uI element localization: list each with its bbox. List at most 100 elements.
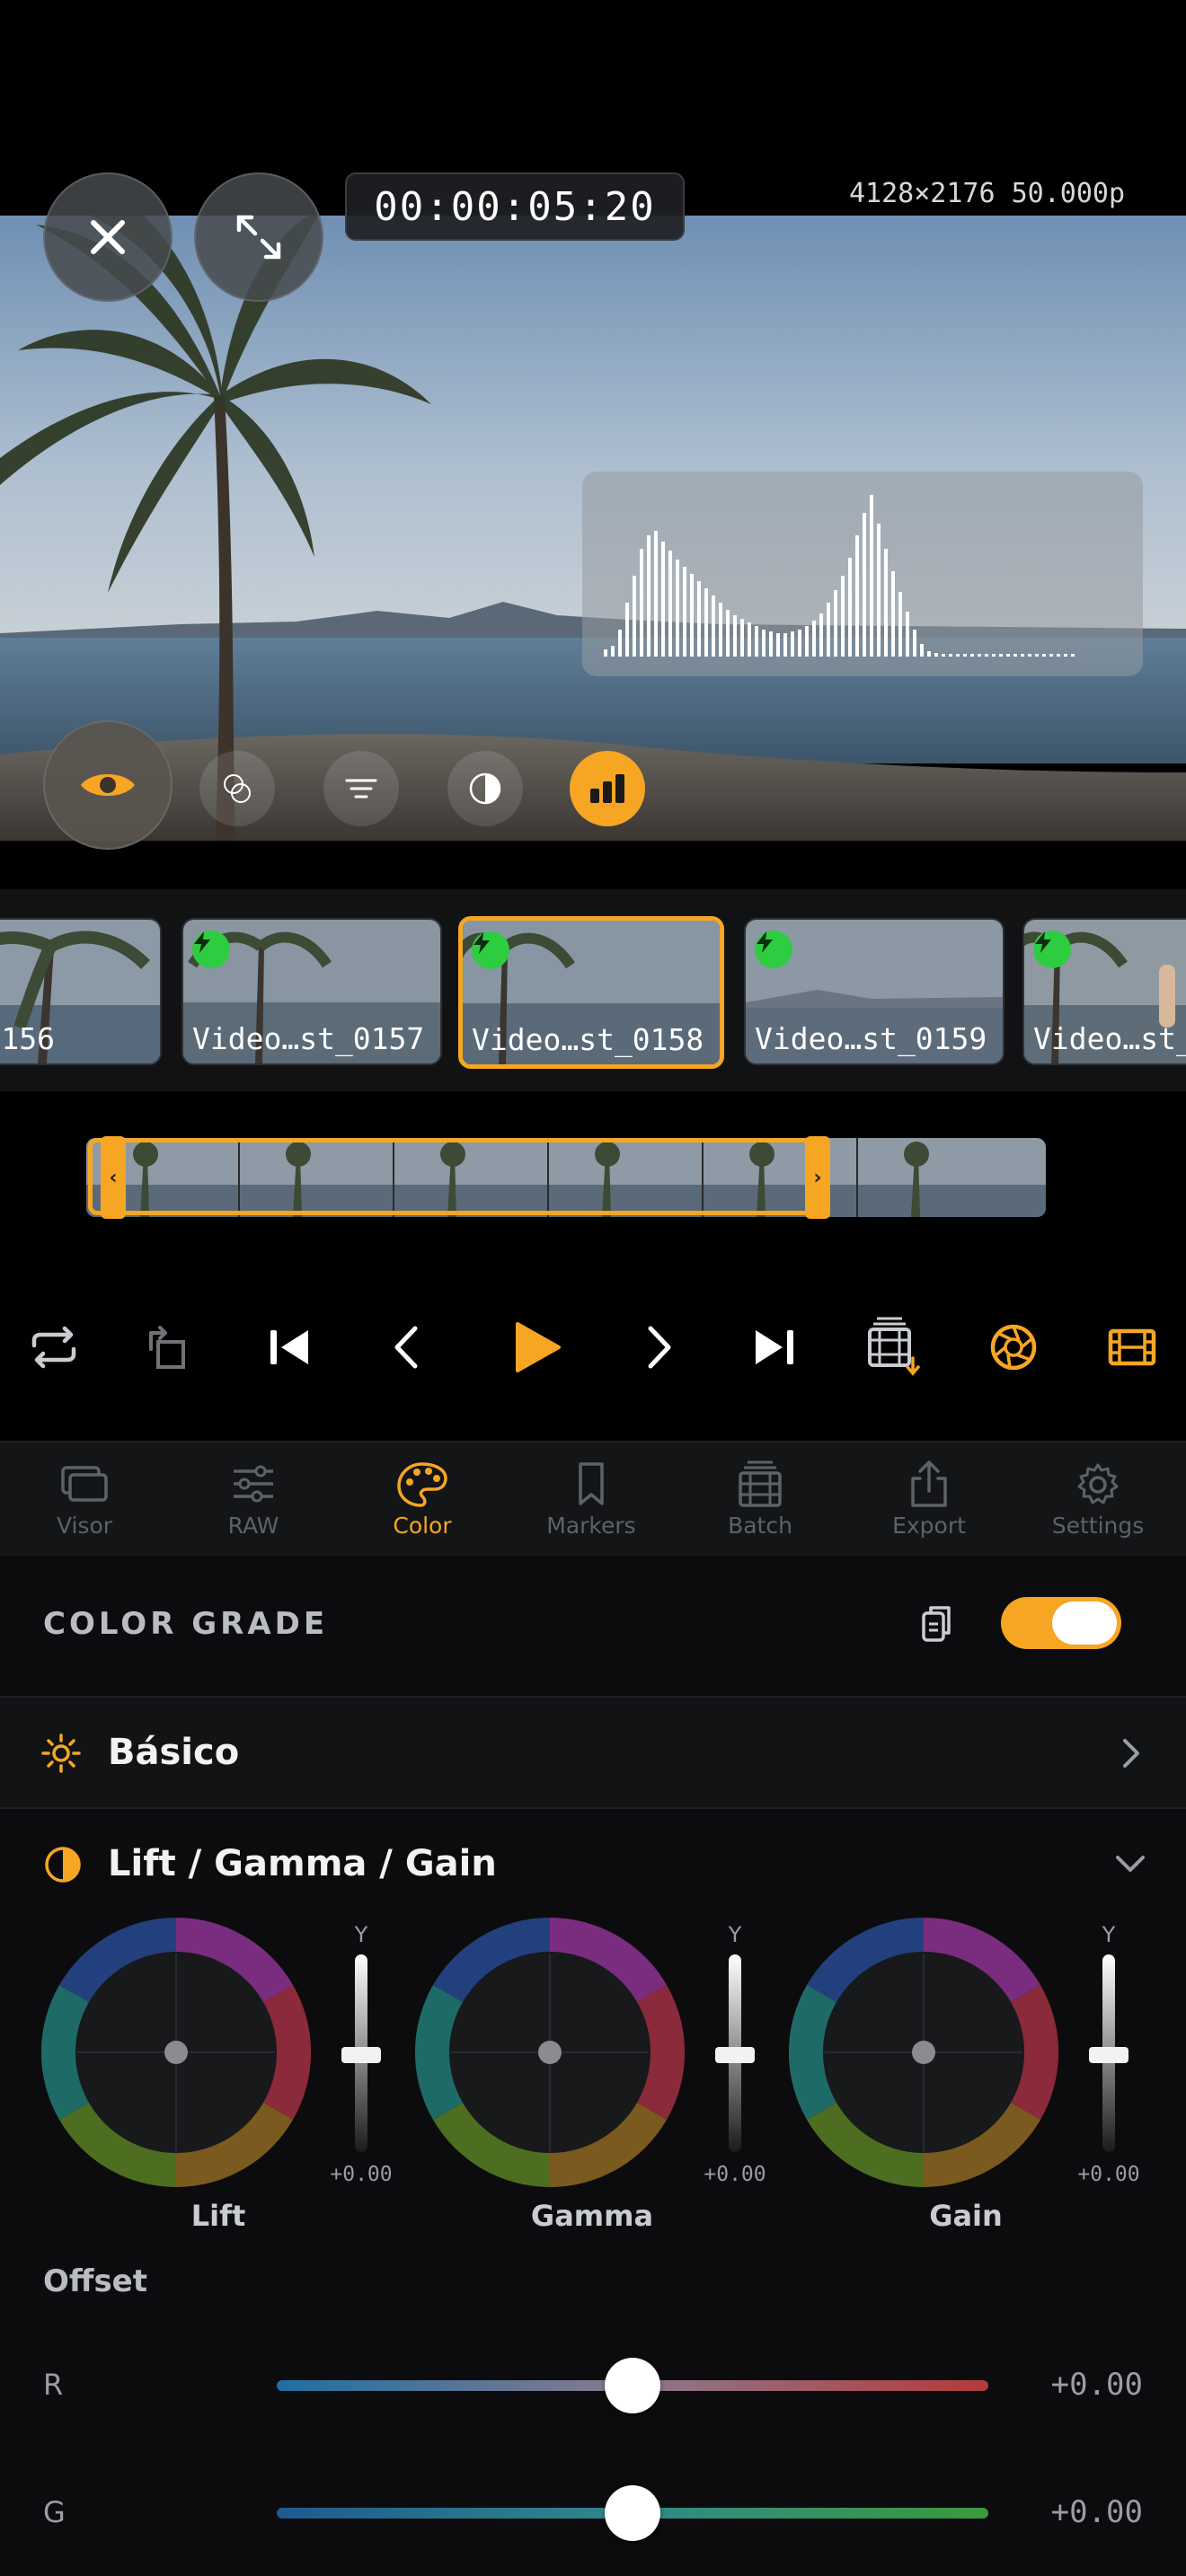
sliders-icon xyxy=(234,1465,273,1503)
copy-grade-button[interactable] xyxy=(915,1602,958,1645)
clip-thumbnail[interactable]: Video…st_ xyxy=(1022,918,1186,1065)
histogram-bar xyxy=(819,613,823,657)
section-title: Básico xyxy=(108,1732,240,1773)
clip-thumbnail[interactable]: …st_0156 xyxy=(0,918,162,1065)
histogram-bar xyxy=(1006,654,1010,657)
tab-export[interactable]: Export xyxy=(848,1442,1010,1556)
wheel-label: Gain xyxy=(929,2199,1003,2233)
bookmark-icon xyxy=(579,1462,604,1505)
bolt-icon xyxy=(194,931,210,953)
tab-visor[interactable]: Visor xyxy=(4,1442,165,1556)
contrast-icon xyxy=(45,1847,81,1883)
wheel-label: Lift xyxy=(190,2199,246,2233)
histogram-bar xyxy=(726,610,730,657)
gamma-color-wheel[interactable] xyxy=(414,1918,686,2187)
histogram-bar xyxy=(625,603,629,657)
histogram-bar xyxy=(647,535,651,657)
trim-timeline: ‹ › xyxy=(0,1091,1186,1226)
loop-button[interactable] xyxy=(18,1311,90,1383)
tab-color[interactable]: Color xyxy=(341,1442,503,1556)
histogram-bar xyxy=(1035,654,1039,657)
tab-settings[interactable]: Settings xyxy=(1017,1442,1179,1556)
film-button[interactable] xyxy=(1096,1311,1168,1383)
visor-icon xyxy=(61,1466,108,1502)
trim-start-handle[interactable]: ‹ xyxy=(101,1136,126,1219)
tab-raw[interactable]: RAW xyxy=(173,1442,334,1556)
y-label: Y xyxy=(1102,1922,1116,1947)
histogram-bar xyxy=(640,549,643,657)
histogram-bar xyxy=(1071,654,1075,657)
chevron-down-icon xyxy=(1116,1856,1145,1872)
offset-r-thumb[interactable] xyxy=(605,2358,660,2413)
fullscreen-button[interactable] xyxy=(194,172,323,302)
waveform-button[interactable] xyxy=(323,751,399,826)
batch-download-button[interactable] xyxy=(857,1311,929,1383)
color-grade-toggle[interactable] xyxy=(1001,1597,1121,1649)
histogram-bar xyxy=(611,646,615,657)
offset-g-thumb[interactable] xyxy=(605,2485,660,2541)
rotate-button[interactable] xyxy=(131,1311,203,1383)
histogram-bar xyxy=(812,621,816,657)
lift-color-wheel[interactable] xyxy=(40,1918,312,2187)
trim-end-handle[interactable]: › xyxy=(805,1136,830,1219)
step-back-button[interactable] xyxy=(370,1311,442,1383)
step-forward-button[interactable] xyxy=(624,1311,695,1383)
copy-icon xyxy=(922,1606,951,1642)
histogram-bar xyxy=(1013,654,1017,657)
histogram-bar xyxy=(884,549,888,657)
aperture-button[interactable] xyxy=(978,1311,1049,1383)
color-wheel-graphic xyxy=(40,1918,312,2187)
offset-g-value: +0.00 xyxy=(1050,2494,1143,2530)
histogram-bar xyxy=(733,615,737,657)
play-icon xyxy=(516,1322,561,1372)
histogram-bar xyxy=(891,571,895,657)
histogram-bar xyxy=(661,542,665,657)
histogram-bar xyxy=(863,513,866,657)
view-toggle-button[interactable] xyxy=(43,720,173,850)
close-button[interactable] xyxy=(43,172,173,302)
tab-label: Color xyxy=(393,1513,452,1539)
skip-start-button[interactable] xyxy=(253,1311,325,1383)
clip-thumbnail-selected[interactable]: Video…st_0158 xyxy=(458,916,724,1069)
play-button[interactable] xyxy=(500,1311,571,1383)
tab-label: Markers xyxy=(546,1513,636,1539)
histogram-bar xyxy=(834,590,837,657)
step-forward-icon xyxy=(648,1326,671,1369)
transport-controls xyxy=(0,1226,1186,1433)
tab-label: Batch xyxy=(728,1513,792,1539)
offset-r-value: +0.00 xyxy=(1050,2367,1143,2403)
y-label: Y xyxy=(728,1922,742,1947)
trim-selection[interactable] xyxy=(88,1138,827,1215)
histogram-button[interactable] xyxy=(570,751,645,826)
histogram-bar xyxy=(827,603,830,657)
section-title: Lift / Gamma / Gain xyxy=(108,1843,497,1884)
section-lift-gamma-gain[interactable]: Lift / Gamma / Gain xyxy=(0,1807,1186,1919)
gain-y-thumb[interactable] xyxy=(1089,2047,1128,2063)
histogram-bar xyxy=(920,644,924,657)
histogram-bar xyxy=(848,558,852,657)
skip-end-button[interactable] xyxy=(739,1311,810,1383)
tab-batch[interactable]: Batch xyxy=(679,1442,841,1556)
histogram-bar xyxy=(690,574,694,657)
clip-thumbnail[interactable]: Video…st_0159 xyxy=(744,918,1005,1065)
tab-label: Export xyxy=(892,1513,966,1539)
gamma-y-thumb[interactable] xyxy=(715,2047,755,2063)
clip-label: Video…st_0159 xyxy=(755,1021,987,1056)
histogram-bar xyxy=(906,612,909,657)
clip-strip: …st_0156 Video…st_0157 Video…st_0158 xyxy=(0,889,1186,1091)
close-icon xyxy=(91,220,125,254)
tab-markers[interactable]: Markers xyxy=(510,1442,672,1556)
step-back-icon xyxy=(394,1326,418,1369)
histogram-bar xyxy=(1064,654,1067,657)
fast-badge xyxy=(192,931,230,968)
section-basic[interactable]: Básico xyxy=(0,1696,1186,1807)
histogram-bar xyxy=(942,654,945,657)
histogram-bar xyxy=(978,654,981,657)
gain-color-wheel[interactable] xyxy=(788,1918,1059,2187)
contrast-button[interactable] xyxy=(447,751,523,826)
rotate-icon xyxy=(149,1326,185,1369)
histogram-bar xyxy=(877,524,881,657)
clip-thumbnail[interactable]: Video…st_0157 xyxy=(181,918,442,1065)
lift-y-thumb[interactable] xyxy=(341,2047,381,2063)
color-overlay-button[interactable] xyxy=(199,751,275,826)
